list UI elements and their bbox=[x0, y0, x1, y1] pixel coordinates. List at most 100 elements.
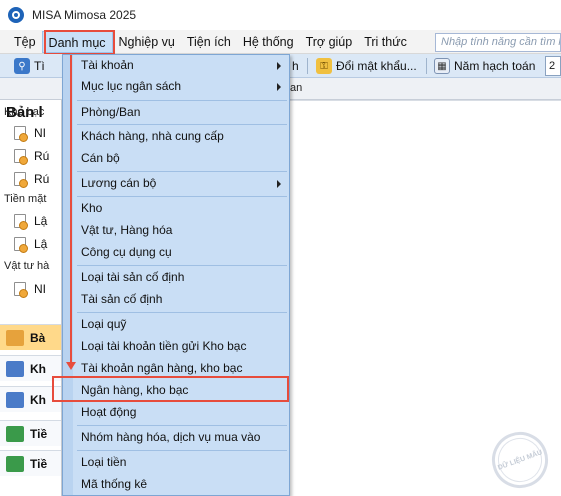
menu-item-label: Cán bộ bbox=[81, 151, 120, 165]
list-item-label: NI bbox=[34, 282, 46, 296]
group-label-materials: Vật tư hà bbox=[4, 260, 50, 272]
menu-separator bbox=[77, 196, 287, 197]
nav-item-label: Bà bbox=[30, 330, 46, 345]
list-item[interactable]: NI bbox=[14, 280, 46, 298]
change-password-button[interactable]: ⚿ Đổi mật khẩu... bbox=[316, 56, 417, 76]
menu-item-label: Mục lục ngân sách bbox=[81, 79, 182, 93]
menu-item-fund-types[interactable]: Loại quỹ bbox=[73, 314, 289, 335]
app-logo-icon bbox=[8, 7, 24, 23]
menu-item-materials-goods[interactable]: Vật tư, Hàng hóa bbox=[73, 220, 289, 241]
money-icon bbox=[6, 425, 24, 442]
menu-item-statistic-codes[interactable]: Mã thống kê bbox=[73, 474, 289, 495]
list-item-label: NI bbox=[34, 126, 46, 140]
stamp-inner-ring: DỮ LIỆU MẪU bbox=[491, 431, 549, 489]
document-icon bbox=[14, 282, 28, 298]
nav-item-label: Tiề bbox=[30, 426, 48, 441]
menu-separator bbox=[77, 124, 287, 125]
menu-separator bbox=[77, 312, 287, 313]
menu-item-departments[interactable]: Phòng/Ban bbox=[73, 102, 289, 123]
document-icon bbox=[14, 149, 28, 165]
document-icon bbox=[14, 214, 28, 230]
dashboard-icon bbox=[6, 329, 24, 346]
menu-item-accounts[interactable]: Tài khoản bbox=[73, 55, 289, 76]
menu-item-label: Vật tư, Hàng hóa bbox=[81, 223, 173, 237]
menu-item-fixed-assets[interactable]: Tài sản cố định bbox=[73, 289, 289, 310]
menu-item-customers-suppliers[interactable]: Khách hàng, nhà cung cấp bbox=[73, 126, 289, 147]
menu-separator bbox=[77, 265, 287, 266]
document-icon bbox=[14, 126, 28, 142]
feature-search-input[interactable]: Nhập tính năng cần tìm k bbox=[435, 33, 561, 52]
toolbar-separator bbox=[307, 58, 308, 74]
menu-item-staff[interactable]: Cán bộ bbox=[73, 148, 289, 169]
list-item[interactable]: Rú bbox=[14, 147, 49, 165]
menu-item-label: Tài sản cố định bbox=[81, 292, 163, 306]
guide-arrow-line bbox=[70, 55, 72, 362]
menu-help[interactable]: Trợ giúp bbox=[300, 31, 359, 53]
change-password-label: Đổi mật khẩu... bbox=[336, 59, 417, 73]
chevron-right-icon bbox=[277, 62, 281, 70]
toolbar-fragment: h bbox=[292, 56, 299, 76]
highlight-box-menu-item bbox=[52, 376, 289, 402]
menu-item-currencies[interactable]: Loại tiền bbox=[73, 452, 289, 473]
toolbar-fragment-label: h bbox=[292, 59, 299, 73]
menu-item-label: Loại tài sản cố định bbox=[81, 270, 185, 284]
left-panel: Bản l Kho bạc NI Rú Rú Tiền mặt Lậ Lậ Vậ… bbox=[0, 100, 62, 496]
menu-item-fixed-asset-types[interactable]: Loại tài sản cố định bbox=[73, 267, 289, 288]
stamp-text: DỮ LIỆU MẪU bbox=[496, 448, 544, 472]
menu-item-label: Khách hàng, nhà cung cấp bbox=[81, 129, 224, 143]
menu-item-staff-salary[interactable]: Lương cán bộ bbox=[73, 173, 289, 194]
categories-dropdown-menu: Tài khoản Mục lục ngân sách Phòng/Ban Kh… bbox=[62, 54, 290, 496]
document-icon bbox=[14, 237, 28, 253]
list-item[interactable]: Lậ bbox=[14, 212, 47, 230]
chevron-right-icon bbox=[277, 83, 281, 91]
menu-item-label: Phòng/Ban bbox=[81, 105, 141, 119]
menu-item-label: Kho bbox=[81, 201, 103, 215]
menu-item-label: Tài khoản ngân hàng, kho bạc bbox=[81, 361, 243, 375]
nav-item-cash[interactable]: Tiề bbox=[0, 420, 61, 446]
guide-arrow-head-icon bbox=[66, 362, 76, 370]
group-label-treasury-text: Kho bạc bbox=[4, 106, 45, 118]
menu-item-label: Nhóm hàng hóa, dịch vụ mua vào bbox=[81, 430, 261, 444]
fiscal-year-label: Năm hạch toán bbox=[454, 59, 536, 73]
chevron-right-icon bbox=[277, 180, 281, 188]
toolbar-search-button[interactable]: ⚲ Tì bbox=[14, 56, 45, 76]
list-item[interactable]: NI bbox=[14, 124, 46, 142]
menu-item-label: Loại tài khoản tiền gửi Kho bạc bbox=[81, 339, 247, 353]
list-item[interactable]: Lậ bbox=[14, 235, 47, 253]
menu-item-purchase-groups[interactable]: Nhóm hàng hóa, dịch vụ mua vào bbox=[73, 427, 289, 448]
menu-separator bbox=[77, 100, 287, 101]
nav-item-label: Tiề bbox=[30, 456, 48, 471]
menu-file[interactable]: Tệp bbox=[8, 31, 42, 53]
title-bar: MISA Mimosa 2025 bbox=[0, 0, 561, 30]
menu-item-label: Hoạt động bbox=[81, 405, 137, 419]
list-item-label: Lậ bbox=[34, 214, 48, 228]
bank-icon bbox=[6, 360, 24, 377]
menu-item-activities[interactable]: Hoạt động bbox=[73, 402, 289, 423]
list-item[interactable]: Rú bbox=[14, 170, 49, 188]
menu-operations[interactable]: Nghiệp vụ bbox=[113, 31, 181, 53]
nav-item-label: Kh bbox=[30, 361, 46, 376]
nav-item-dashboard[interactable]: Bà bbox=[0, 324, 61, 350]
menu-item-budget-index[interactable]: Mục lục ngân sách bbox=[73, 76, 289, 97]
menu-knowledge[interactable]: Tri thức bbox=[358, 31, 413, 53]
list-item-label: Lậ bbox=[34, 237, 48, 251]
tab-label-fragment[interactable]: an bbox=[290, 82, 302, 94]
fiscal-year-select[interactable]: 2 bbox=[545, 56, 561, 76]
menu-item-label: Công cụ dụng cụ bbox=[81, 245, 172, 259]
document-icon bbox=[14, 172, 28, 188]
nav-item-cash-2[interactable]: Tiề bbox=[0, 450, 61, 476]
group-label-cash: Tiền mặt bbox=[4, 193, 47, 205]
menu-separator bbox=[77, 171, 287, 172]
toolbar-search-label: Tì bbox=[34, 59, 45, 73]
key-icon: ⚿ bbox=[316, 58, 332, 74]
menu-item-treasury-deposit-types[interactable]: Loại tài khoản tiền gửi Kho bạc bbox=[73, 336, 289, 357]
toolbar-separator bbox=[426, 58, 427, 74]
menu-item-label: Mã thống kê bbox=[81, 477, 148, 491]
menu-utilities[interactable]: Tiện ích bbox=[181, 31, 237, 53]
money-icon bbox=[6, 455, 24, 472]
menu-item-warehouse[interactable]: Kho bbox=[73, 198, 289, 219]
menu-system[interactable]: Hệ thống bbox=[237, 31, 300, 53]
fiscal-year-button[interactable]: ▦ Năm hạch toán bbox=[434, 56, 535, 76]
search-icon: ⚲ bbox=[14, 58, 30, 74]
menu-item-tools[interactable]: Công cụ dụng cụ bbox=[73, 242, 289, 263]
